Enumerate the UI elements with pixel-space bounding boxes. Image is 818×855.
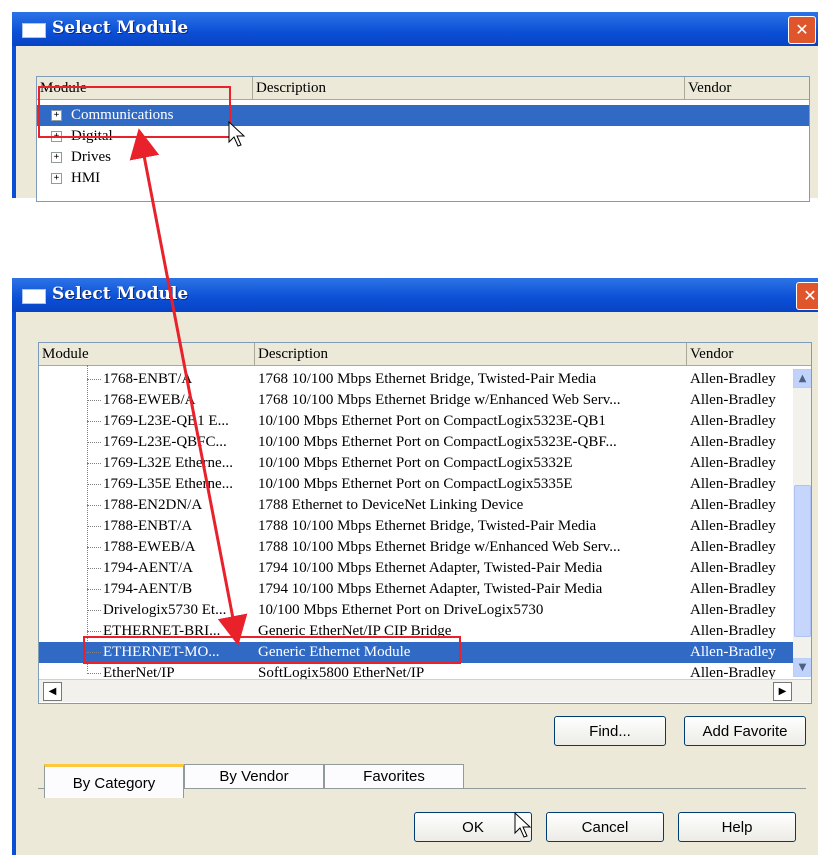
ok-button[interactable]: OK (414, 812, 532, 842)
description-cell: 10/100 Mbps Ethernet Port on CompactLogi… (258, 476, 573, 492)
vendor-cell: Allen-Bradley (690, 644, 776, 660)
tab-by-category[interactable]: By Category (44, 764, 184, 798)
vendor-cell: Allen-Bradley (690, 539, 776, 555)
category-row-hmi[interactable]: + HMI (37, 168, 809, 189)
vendor-cell: Allen-Bradley (690, 476, 776, 492)
category-label: Drives (71, 149, 111, 165)
description-cell: 1794 10/100 Mbps Ethernet Adapter, Twist… (258, 560, 603, 576)
window-icon (22, 23, 46, 38)
vertical-scrollbar[interactable]: ▲ ▼ (793, 369, 811, 677)
description-cell: 1788 Ethernet to DeviceNet Linking Devic… (258, 497, 524, 513)
vendor-cell: Allen-Bradley (690, 413, 776, 429)
module-cell: 1769-L32E Etherne... (103, 455, 233, 471)
table-row[interactable]: 1769-L32E Etherne... 10/100 Mbps Ethernet… (39, 453, 793, 474)
module-cell: 1769-L23E-QB1 E... (103, 413, 229, 429)
module-cell: 1768-EWEB/A (103, 392, 196, 408)
module-cell: 1769-L23E-QBFC... (103, 434, 227, 450)
module-cell: 1788-EN2DN/A (103, 497, 203, 513)
table-row[interactable]: 1768-ENBT/A 1768 10/100 Mbps Ethernet Bri… (39, 369, 793, 390)
dialog-title: Select Module (52, 284, 189, 304)
title-bar[interactable]: Select Module ✕ (12, 12, 818, 46)
table-row[interactable]: 1794-AENT/A 1794 10/100 Mbps Ethernet Ada… (39, 558, 793, 579)
module-cell: Drivelogix5730 Et... (103, 602, 227, 618)
close-icon[interactable]: ✕ (788, 16, 816, 44)
scroll-left-arrow-icon[interactable]: ◀ (43, 682, 62, 701)
vendor-cell: Allen-Bradley (690, 623, 776, 639)
help-button[interactable]: Help (678, 812, 796, 842)
vendor-cell: Allen-Bradley (690, 392, 776, 408)
table-row[interactable]: 1769-L35E Etherne... 10/100 Mbps Ethernet… (39, 474, 793, 495)
category-row-drives[interactable]: + Drives (37, 147, 809, 168)
table-row[interactable]: Drivelogix5730 Et... 10/100 Mbps Ethernet… (39, 600, 793, 621)
find-button[interactable]: Find... (554, 716, 666, 746)
column-header-row: Module Description Vendor (39, 343, 811, 366)
description-cell: 1768 10/100 Mbps Ethernet Bridge, Twiste… (258, 371, 597, 387)
column-vendor[interactable]: Vendor (685, 77, 809, 99)
table-row[interactable]: 1788-EN2DN/A 1788 Ethernet to DeviceNet L… (39, 495, 793, 516)
table-row[interactable]: 1768-EWEB/A 1768 10/100 Mbps Ethernet Bri… (39, 390, 793, 411)
expand-plus-icon[interactable]: + (51, 173, 62, 184)
description-cell: 10/100 Mbps Ethernet Port on CompactLogi… (258, 455, 573, 471)
column-module[interactable]: Module (39, 343, 255, 365)
vendor-cell: Allen-Bradley (690, 602, 776, 618)
table-row[interactable]: 1788-EWEB/A 1788 10/100 Mbps Ethernet Bri… (39, 537, 793, 558)
vendor-cell: Allen-Bradley (690, 518, 776, 534)
description-cell: 1788 10/100 Mbps Ethernet Bridge, Twiste… (258, 518, 597, 534)
scroll-right-arrow-icon[interactable]: ▶ (773, 682, 792, 701)
close-icon[interactable]: ✕ (796, 282, 818, 310)
module-cell: 1788-EWEB/A (103, 539, 196, 555)
expand-plus-icon[interactable]: + (51, 152, 62, 163)
category-label: HMI (71, 170, 101, 186)
table-row[interactable]: 1769-L23E-QBFC... 10/100 Mbps Ethernet Po… (39, 432, 793, 453)
scroll-thumb[interactable] (794, 485, 811, 637)
module-cell: 1794-AENT/A (103, 560, 193, 576)
column-description[interactable]: Description (253, 77, 685, 99)
select-module-dialog-bottom: Select Module ✕ Module Description Vendo… (12, 278, 818, 855)
dialog-title: Select Module (52, 18, 189, 38)
vendor-cell: Allen-Bradley (690, 560, 776, 576)
description-cell: 10/100 Mbps Ethernet Port on DriveLogix5… (258, 602, 544, 618)
column-description[interactable]: Description (255, 343, 687, 365)
table-row[interactable]: 1788-ENBT/A 1788 10/100 Mbps Ethernet Bri… (39, 516, 793, 537)
add-favorite-button[interactable]: Add Favorite (684, 716, 806, 746)
description-cell: 10/100 Mbps Ethernet Port on CompactLogi… (258, 413, 606, 429)
module-cell: 1769-L35E Etherne... (103, 476, 233, 492)
description-cell: 1788 10/100 Mbps Ethernet Bridge w/Enhan… (258, 539, 621, 555)
title-bar[interactable]: Select Module ✕ (12, 278, 818, 312)
module-cell: 1768-ENBT/A (103, 371, 193, 387)
table-row[interactable]: 1794-AENT/B 1794 10/100 Mbps Ethernet Ada… (39, 579, 793, 600)
table-row[interactable]: 1769-L23E-QB1 E... 10/100 Mbps Ethernet P… (39, 411, 793, 432)
highlight-communications (38, 86, 231, 138)
window-icon (22, 289, 46, 304)
vendor-cell: Allen-Bradley (690, 371, 776, 387)
tab-by-vendor[interactable]: By Vendor (184, 764, 324, 788)
vendor-cell: Allen-Bradley (690, 581, 776, 597)
description-cell: 1794 10/100 Mbps Ethernet Adapter, Twist… (258, 581, 603, 597)
vendor-cell: Allen-Bradley (690, 497, 776, 513)
description-cell: 10/100 Mbps Ethernet Port on CompactLogi… (258, 434, 617, 450)
scroll-down-arrow-icon[interactable]: ▼ (793, 658, 811, 677)
module-cell: 1788-ENBT/A (103, 518, 193, 534)
scroll-up-arrow-icon[interactable]: ▲ (793, 369, 811, 388)
vendor-cell: Allen-Bradley (690, 434, 776, 450)
column-vendor[interactable]: Vendor (687, 343, 811, 365)
tab-favorites[interactable]: Favorites (324, 764, 464, 788)
description-cell: 1768 10/100 Mbps Ethernet Bridge w/Enhan… (258, 392, 621, 408)
cancel-button[interactable]: Cancel (546, 812, 664, 842)
vendor-cell: Allen-Bradley (690, 455, 776, 471)
horizontal-scrollbar[interactable]: ◀ ▶ (39, 679, 811, 702)
module-cell: 1794-AENT/B (103, 581, 193, 597)
highlight-ethernet-module (83, 636, 461, 664)
